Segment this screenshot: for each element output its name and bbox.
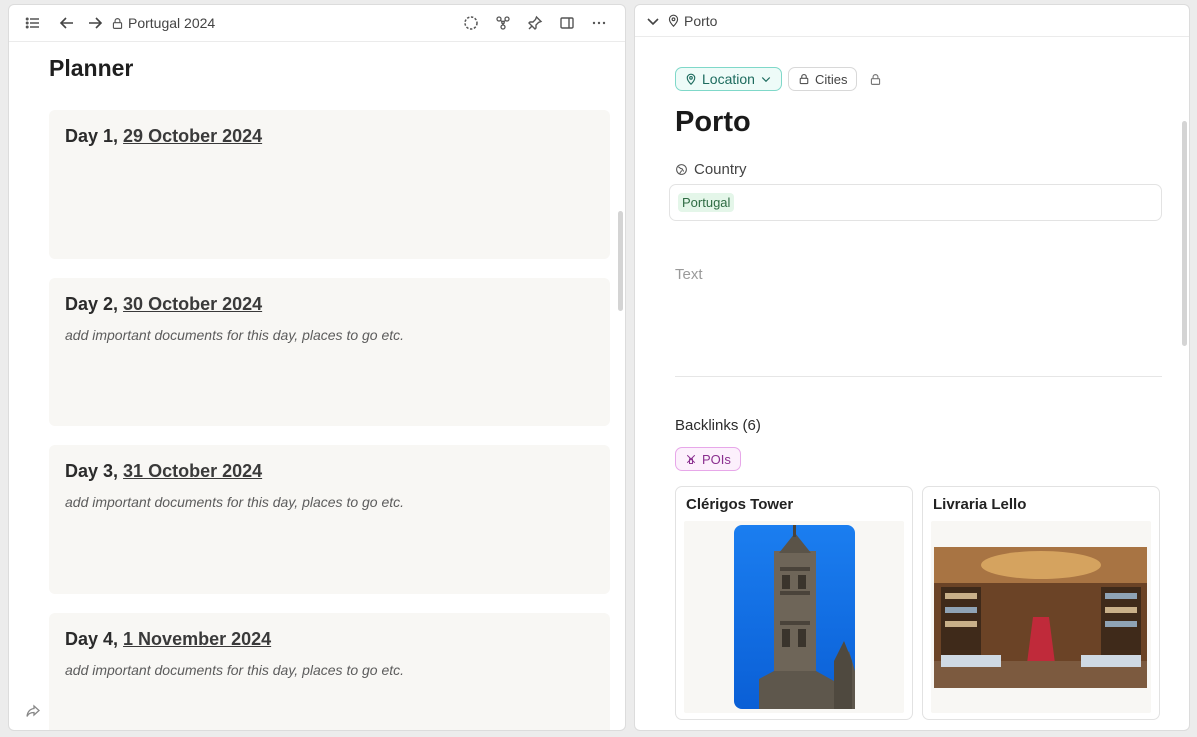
day-card[interactable]: Day 1, 29 October 2024 xyxy=(49,110,610,259)
cities-tag-label: Cities xyxy=(814,71,848,87)
day-label: Day 1, xyxy=(65,126,124,146)
day-date-link[interactable]: 1 November 2024 xyxy=(123,629,271,649)
day-date-link[interactable]: 29 October 2024 xyxy=(123,126,262,146)
lock-icon xyxy=(799,73,809,85)
backlinks-heading: Backlinks (6) xyxy=(675,417,761,434)
pois-tag[interactable]: POIs xyxy=(675,447,741,471)
chevron-down-icon[interactable] xyxy=(645,9,661,33)
poi-card-image xyxy=(931,521,1151,713)
windmill-icon xyxy=(686,454,696,464)
breadcrumb[interactable]: Porto xyxy=(667,13,717,29)
poi-card-title: Clérigos Tower xyxy=(686,496,794,513)
location-pin-icon xyxy=(668,14,679,27)
sync-icon[interactable] xyxy=(459,11,483,35)
scrollbar[interactable] xyxy=(618,211,623,311)
day-date-link[interactable]: 31 October 2024 xyxy=(123,461,262,481)
graph-icon[interactable] xyxy=(491,11,515,35)
poi-card[interactable]: Clérigos Tower xyxy=(675,486,913,720)
left-pane: Portugal 2024 Planner Day 1, 29 October … xyxy=(8,4,626,731)
location-tag-label: Location xyxy=(702,71,755,87)
poi-card-title: Livraria Lello xyxy=(933,496,1027,513)
forward-arrow-icon[interactable] xyxy=(83,11,107,35)
right-toolbar: Porto xyxy=(635,5,1189,37)
cities-tag[interactable]: Cities xyxy=(787,67,858,91)
day-date-link[interactable]: 30 October 2024 xyxy=(123,294,262,314)
day-note: add important documents for this day, pl… xyxy=(65,494,405,510)
text-placeholder[interactable]: Text xyxy=(675,266,703,283)
chevron-down-icon xyxy=(761,77,771,83)
day-heading: Day 1, 29 October 2024 xyxy=(65,126,594,147)
back-arrow-icon[interactable] xyxy=(55,11,79,35)
list-icon[interactable] xyxy=(21,11,45,35)
share-icon[interactable] xyxy=(21,699,45,723)
country-field[interactable]: Portugal xyxy=(669,184,1162,221)
day-card[interactable]: Day 4, 1 November 2024 add important doc… xyxy=(49,613,610,730)
day-label: Day 3, xyxy=(65,461,124,481)
day-card[interactable]: Day 3, 31 October 2024 add important doc… xyxy=(49,445,610,594)
scrollbar[interactable] xyxy=(1182,121,1187,346)
page-title: Planner xyxy=(49,55,134,81)
tags-row: Location Cities xyxy=(675,67,887,91)
property-label-text: Country xyxy=(694,161,747,178)
breadcrumb-title: Portugal 2024 xyxy=(128,15,216,31)
country-chip[interactable]: Portugal xyxy=(678,193,735,212)
more-icon[interactable] xyxy=(587,11,611,35)
sidebar-icon[interactable] xyxy=(555,11,579,35)
breadcrumb[interactable]: Portugal 2024 xyxy=(111,15,215,31)
location-pin-icon xyxy=(686,73,696,85)
location-tag[interactable]: Location xyxy=(675,67,782,91)
page-title: Porto xyxy=(675,106,751,138)
clerigos-tower-image xyxy=(734,525,855,709)
right-pane: Porto Location Cities Porto Country Port… xyxy=(634,4,1190,731)
poi-card[interactable]: Livraria Lello xyxy=(922,486,1160,720)
day-heading: Day 4, 1 November 2024 xyxy=(65,629,594,650)
country-property-label: Country xyxy=(675,161,747,178)
livraria-lello-image xyxy=(934,547,1147,688)
day-heading: Day 3, 31 October 2024 xyxy=(65,461,594,482)
day-heading: Day 2, 30 October 2024 xyxy=(65,294,594,315)
divider xyxy=(675,376,1162,377)
day-card[interactable]: Day 2, 30 October 2024 add important doc… xyxy=(49,278,610,426)
day-note: add important documents for this day, pl… xyxy=(65,662,405,678)
lock-icon[interactable] xyxy=(863,67,887,91)
left-toolbar: Portugal 2024 xyxy=(9,5,625,42)
breadcrumb-title: Porto xyxy=(684,12,718,29)
poi-card-image xyxy=(684,521,904,713)
day-note: add important documents for this day, pl… xyxy=(65,327,405,343)
globe-icon xyxy=(676,164,687,175)
day-label: Day 2, xyxy=(65,294,124,314)
pois-tag-label: POIs xyxy=(702,451,731,467)
pin-icon[interactable] xyxy=(523,11,547,35)
lock-icon xyxy=(112,17,123,29)
day-label: Day 4, xyxy=(65,629,124,649)
